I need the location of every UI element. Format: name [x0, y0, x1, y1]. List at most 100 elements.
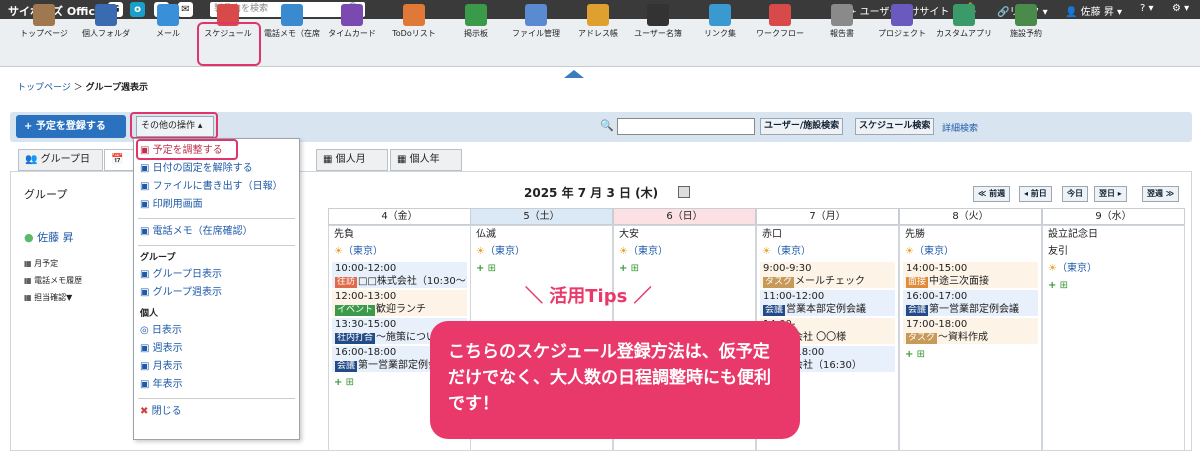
- menu-group-week[interactable]: ▣ グループ週表示: [134, 284, 299, 302]
- next-week-button[interactable]: 翌週 ≫: [1142, 186, 1180, 202]
- prev-week-button[interactable]: ≪ 前週: [973, 186, 1011, 202]
- app-label: ワークフロー: [756, 29, 804, 38]
- event-item[interactable]: 9:00-9:30 タスク メールチェック: [760, 262, 895, 288]
- calendar-icon[interactable]: [678, 186, 690, 198]
- next-day-button[interactable]: 翌日 ▸: [1094, 186, 1127, 202]
- app-label: メール: [156, 29, 180, 38]
- add-event-icon[interactable]: +: [1048, 280, 1056, 291]
- app-icon: [953, 4, 975, 26]
- app-label: 掲示板: [464, 29, 488, 38]
- add-event-icon[interactable]: +: [905, 349, 913, 360]
- app-6[interactable]: ToDoリスト: [384, 3, 444, 43]
- app-icon: [587, 4, 609, 26]
- menu-group-day[interactable]: ▣ グループ日表示: [134, 266, 299, 284]
- app-icon: [891, 4, 913, 26]
- event-item[interactable]: 14:00-15:00 面接 中途三次面接: [903, 262, 1038, 288]
- tab-personal-month[interactable]: ▦ 個人月: [316, 149, 388, 171]
- weather-icon: ☀: [334, 246, 343, 257]
- menu-year[interactable]: ▣ 年表示: [134, 376, 299, 394]
- app-14[interactable]: プロジェクト: [872, 3, 932, 43]
- app-4[interactable]: 電話メモ（在席: [262, 3, 322, 43]
- app-13[interactable]: 報告書: [812, 3, 872, 43]
- event-item[interactable]: 10:00-12:00 往訪□□株式会社（10:30〜11:30）: [332, 262, 467, 288]
- breadcrumb-home[interactable]: トップページ: [17, 83, 71, 93]
- app-label: リンク集: [704, 29, 736, 38]
- user-column: ● 佐藤 昇 ▦ 月予定 ▦ 電話メモ履歴 ▦ 担当確認▼: [16, 225, 136, 451]
- detail-search-link[interactable]: 詳細検索: [942, 121, 978, 134]
- user-search-input[interactable]: [617, 118, 755, 135]
- phone-memo-history-link[interactable]: ▦ 電話メモ履歴: [24, 272, 136, 289]
- event-item[interactable]: 12:00-13:00 イベント 歓迎ランチ: [332, 290, 467, 316]
- add-repeat-icon[interactable]: ⊞: [488, 263, 496, 274]
- menu-day[interactable]: ◎ 日表示: [134, 322, 299, 340]
- schedule-search-button[interactable]: スケジュール検索: [855, 118, 935, 135]
- app-9[interactable]: アドレス帳: [568, 3, 628, 43]
- user-search-button[interactable]: ユーザー/施設検索: [760, 118, 844, 135]
- tab-group-day[interactable]: 👥 グループ日: [18, 149, 103, 171]
- app-16[interactable]: 施設予約: [996, 3, 1056, 43]
- day-cell[interactable]: 設立記念日 友引 ☀（東京） + ⊞: [1042, 225, 1185, 451]
- today-button[interactable]: 今日: [1062, 186, 1088, 202]
- tips-callout: こちらのスケジュール登録方法は、仮予定だけでなく、大人数の日程調整時にも便利です…: [430, 321, 800, 439]
- user-row[interactable]: ● 佐藤 昇: [16, 225, 136, 245]
- weather[interactable]: ☀（東京）: [329, 243, 470, 260]
- day-cell[interactable]: 先勝 ☀（東京） 14:00-15:00 面接 中途三次面接 16:00-17:00 会議第…: [899, 225, 1042, 451]
- app-10[interactable]: ユーザー名簿: [628, 3, 688, 43]
- menu-export-file-label: ファイルに書き出す（日報）: [152, 181, 283, 192]
- app-7[interactable]: 掲示板: [446, 3, 506, 43]
- weather[interactable]: ☀（東京）: [1043, 260, 1184, 277]
- app-1[interactable]: 個人フォルダ: [76, 3, 136, 43]
- weather[interactable]: ☀（東京）: [471, 243, 612, 260]
- app-2[interactable]: メール: [138, 3, 198, 43]
- help-icon[interactable]: ? ▾: [1140, 3, 1154, 14]
- menu-divider: [138, 245, 295, 246]
- weather[interactable]: ☀（東京）: [614, 243, 755, 260]
- add-repeat-icon[interactable]: ⊞: [1060, 280, 1068, 291]
- menu-print-label: 印刷用画面: [152, 199, 203, 210]
- app-5[interactable]: タイムカード: [322, 3, 382, 43]
- assignee-check-link[interactable]: ▦ 担当確認▼: [24, 289, 136, 306]
- tab-personal-year-label: 個人年: [409, 154, 440, 165]
- event-item[interactable]: 17:00-18:00 タスク 〜資料作成: [903, 318, 1038, 344]
- add-schedule-button[interactable]: + 予定を登録する: [16, 115, 126, 138]
- app-11[interactable]: リンク集: [690, 3, 750, 43]
- add-event-icon[interactable]: +: [476, 263, 484, 274]
- weather[interactable]: ☀（東京）: [900, 243, 1041, 260]
- tab-personal-year[interactable]: ▦ 個人年: [390, 149, 462, 171]
- month-schedule-link[interactable]: ▦ 月予定: [24, 255, 136, 272]
- add-repeat-icon[interactable]: ⊞: [917, 349, 925, 360]
- menu-export-file[interactable]: ▣ ファイルに書き出す（日報）: [134, 178, 299, 196]
- menu-close[interactable]: ✖ 閉じる: [134, 403, 299, 421]
- app-8[interactable]: ファイル管理: [506, 3, 566, 43]
- menu-phone-memo[interactable]: ▣ 電話メモ（在席確認）: [134, 223, 299, 241]
- event-tag: 会議: [763, 305, 786, 316]
- event-item[interactable]: 16:00-17:00 会議 第一営業部定例会議: [903, 290, 1038, 316]
- assignee-check-label: 担当確認▼: [34, 293, 73, 302]
- menu-unfix-date[interactable]: ▣ 日付の固定を解除する: [134, 160, 299, 178]
- event-tag: タスク: [763, 277, 795, 288]
- weather[interactable]: ☀（東京）: [757, 243, 898, 260]
- add-event-icon[interactable]: +: [619, 263, 627, 274]
- weather-icon: ☀: [476, 246, 485, 257]
- app-12[interactable]: ワークフロー: [750, 3, 810, 43]
- weather-location: （東京）: [1056, 263, 1097, 274]
- prev-day-button[interactable]: ◂ 前日: [1019, 186, 1052, 202]
- rokuyo: 先負: [334, 229, 354, 240]
- gear-icon[interactable]: ⚙ ▾: [1172, 3, 1189, 14]
- event-title: 歓迎ランチ: [376, 304, 427, 315]
- menu-month[interactable]: ▣ 月表示: [134, 358, 299, 376]
- menu-print[interactable]: ▣ 印刷用画面: [134, 196, 299, 214]
- app-label: ToDoリスト: [392, 29, 436, 38]
- app-0[interactable]: トップページ: [14, 3, 74, 43]
- event-item[interactable]: 11:00-12:00 会議 営業本部定例会議: [760, 290, 895, 316]
- app-icon: [157, 4, 179, 26]
- app-15[interactable]: カスタムアプリ: [934, 3, 994, 43]
- user-menu[interactable]: 👤 佐藤 昇 ▾: [1065, 3, 1122, 18]
- breadcrumb-current: グループ週表示: [85, 83, 149, 93]
- tab-group-week[interactable]: 📅: [104, 149, 134, 171]
- app-label: カスタムアプリ: [936, 29, 992, 38]
- add-event-icon[interactable]: +: [334, 377, 342, 388]
- add-repeat-icon[interactable]: ⊞: [631, 263, 639, 274]
- menu-week[interactable]: ▣ 週表示: [134, 340, 299, 358]
- add-repeat-icon[interactable]: ⊞: [346, 377, 354, 388]
